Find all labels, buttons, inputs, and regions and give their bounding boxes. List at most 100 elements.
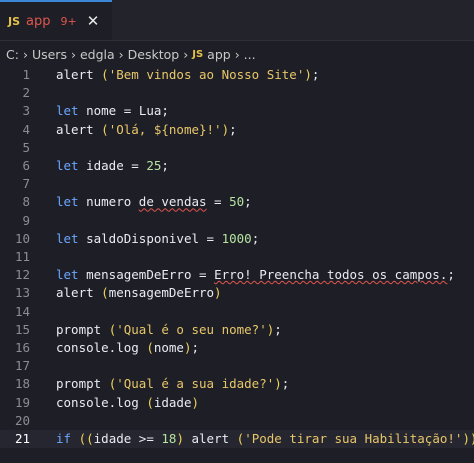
code-editor[interactable]: 1 alert ('Bem vindos ao Nosso Site'); 2 3 le… [0, 66, 474, 463]
code-line[interactable]: 4 alert ('Olá, ${nome}!'); [0, 121, 474, 139]
code-token: let [56, 267, 87, 283]
line-number: 9 [22, 212, 30, 228]
code-token: idade [153, 394, 192, 410]
code-token: ( [101, 67, 109, 82]
code-token: = [131, 158, 147, 173]
code-token: mensagemDeErro [86, 267, 199, 283]
code-token: alert [56, 67, 102, 82]
code-line[interactable]: 1 alert ('Bem vindos ao Nosso Site'); [0, 66, 474, 84]
breadcrumb-item-users[interactable]: Users [32, 47, 67, 62]
code-token: 'Olá, ${nome}!' [108, 121, 222, 137]
code-token: alert [56, 285, 102, 301]
breadcrumb-item-file[interactable]: app [207, 47, 231, 62]
code-token: ; [244, 194, 252, 210]
code-token: ) [191, 394, 200, 410]
breadcrumb: C: › Users › edgla › Desktop › JS app › … [0, 44, 474, 64]
code-text: if ((idade >= 18) alert ('Pode tirar sua… [56, 430, 474, 448]
code-line[interactable]: 17 [0, 357, 474, 375]
code-token: ; [274, 321, 282, 337]
javascript-file-icon: JS [8, 14, 21, 28]
code-text: alert (mensagemDeErro) [56, 284, 222, 302]
tab-app-js[interactable]: JS app 9+ ✕ [0, 0, 112, 40]
tab-bar: JS app 9+ ✕ [0, 0, 474, 41]
code-token: = [199, 267, 215, 283]
code-token: let [56, 230, 87, 246]
code-line[interactable]: 7 [0, 175, 474, 193]
chevron-right-icon: › [70, 46, 76, 62]
code-token: = [206, 230, 222, 246]
code-token: saldoDisponivel [86, 230, 207, 246]
code-line[interactable]: 13 alert (mensagemDeErro) [0, 284, 474, 302]
chevron-right-icon: › [118, 46, 124, 62]
code-line[interactable]: 11 [0, 248, 474, 266]
code-line[interactable]: 20 [0, 412, 474, 430]
code-token: let [56, 158, 87, 173]
close-icon[interactable]: ✕ [87, 12, 100, 30]
line-number: 19 [14, 394, 30, 410]
code-line[interactable]: 14 [0, 303, 474, 321]
code-line[interactable]: 21 if ((idade >= 18) alert ('Pode tirar s… [0, 430, 474, 448]
code-token: = [206, 194, 230, 210]
breadcrumb-item-edgla[interactable]: edgla [80, 47, 115, 62]
code-token: ; [229, 121, 237, 137]
line-number: 12 [14, 267, 30, 283]
line-number: 8 [22, 194, 30, 210]
editor-window: JS app 9+ ✕ C: › Users › edgla › Desktop… [0, 0, 474, 463]
code-text: let idade = 25; [56, 157, 169, 175]
code-token: ; [311, 67, 320, 82]
breadcrumb-item-drive[interactable]: C: [6, 47, 19, 62]
chevron-right-icon: › [22, 46, 28, 62]
code-line[interactable]: 6 let idade = 25; [0, 157, 474, 175]
code-token: de vendas [138, 194, 207, 210]
breadcrumb-item-symbols[interactable]: › ... [235, 47, 256, 62]
code-token: ( [78, 431, 87, 446]
code-line[interactable]: 2 [0, 84, 474, 102]
line-number: 11 [14, 249, 30, 264]
code-token: ; [161, 103, 169, 119]
code-line[interactable]: 15 prompt ('Qual é o seu nome?'); [0, 321, 474, 339]
code-line[interactable]: 3 let nome = Lua; [0, 102, 474, 120]
code-token: = [123, 103, 139, 119]
code-token: ; [281, 376, 290, 392]
line-number: 17 [14, 358, 30, 374]
code-line[interactable]: 9 [0, 212, 474, 230]
chevron-right-icon: › [183, 46, 189, 62]
code-token: 'Qual é a sua idade?' [116, 376, 275, 392]
code-token: let [56, 103, 87, 119]
code-token: ( [86, 431, 94, 446]
code-line[interactable]: 19 console.log (idade) [0, 394, 474, 412]
code-token: ; [191, 340, 200, 355]
breadcrumb-item-desktop[interactable]: Desktop [128, 47, 180, 62]
code-text: let mensagemDeErro = Erro! Preencha todo… [56, 266, 455, 284]
code-text: let saldoDisponivel = 1000; [56, 230, 259, 248]
line-number: 4 [22, 121, 30, 137]
code-token: ; [447, 267, 455, 283]
code-line[interactable]: 16 console.log (nome); [0, 339, 474, 357]
code-text: prompt ('Qual é a sua idade?'); [56, 375, 289, 393]
code-token: 18 [161, 431, 177, 446]
line-number: 3 [22, 103, 30, 119]
code-line[interactable]: 5 [0, 139, 474, 157]
code-token: idade [86, 158, 132, 173]
code-token: ) [470, 431, 474, 446]
code-token: ) [176, 431, 192, 446]
code-line[interactable]: 12 let mensagemDeErro = Erro! Preencha to… [0, 266, 474, 284]
code-text: console.log (nome); [56, 339, 199, 357]
code-line[interactable]: 18 prompt ('Qual é a sua idade?'); [0, 375, 474, 393]
code-token: ( [146, 394, 154, 410]
code-token: numero [86, 194, 139, 210]
code-token: idade [93, 431, 139, 446]
line-number: 15 [14, 321, 30, 337]
code-token: ) [274, 376, 282, 392]
code-token: ( [101, 285, 109, 301]
code-text: alert ('Bem vindos ao Nosso Site'); [56, 66, 319, 84]
line-number: 14 [14, 303, 30, 319]
code-line[interactable]: 10 let saldoDisponivel = 1000; [0, 230, 474, 248]
code-token: prompt [56, 321, 109, 337]
code-line[interactable]: 8 let numero de vendas = 50; [0, 193, 474, 211]
line-number: 18 [14, 376, 30, 392]
code-token: 'Pode tirar sua Habilitação!' [244, 431, 463, 446]
line-number: 7 [22, 176, 30, 192]
code-token: ) [221, 121, 230, 137]
code-token: ( [101, 121, 109, 137]
